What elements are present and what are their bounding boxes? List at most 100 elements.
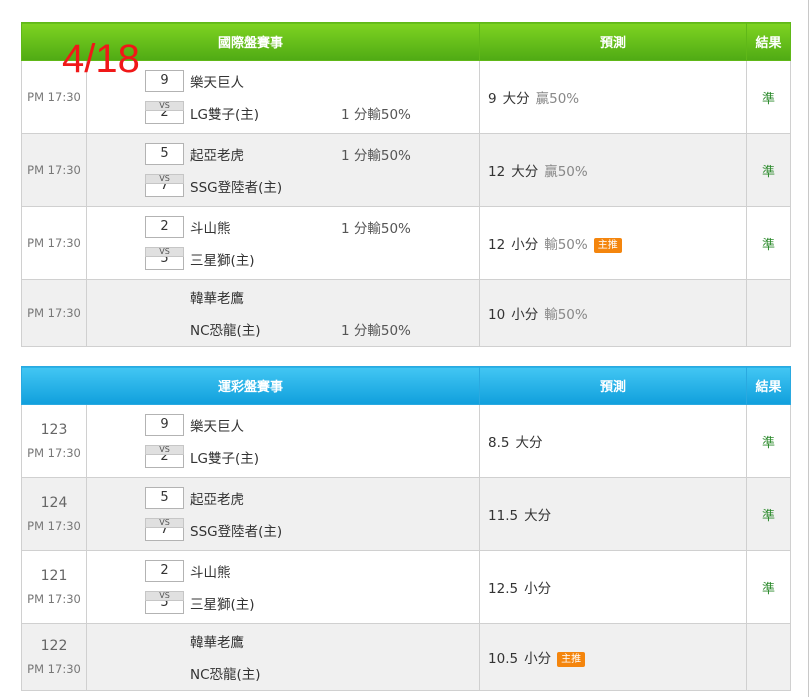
- score-slot: [145, 630, 184, 652]
- prediction-status: 輸50%: [544, 307, 588, 323]
- score-slot: 2: [145, 560, 184, 582]
- game-code: 122: [40, 638, 68, 654]
- handicap-text: 1 分輸50%: [341, 323, 411, 339]
- team-name: 三星獅(主): [190, 253, 255, 269]
- team-name: 樂天巨人: [190, 419, 244, 435]
- match-cell: 9 樂天巨人 2 LG雙子(主) VS: [85, 404, 481, 478]
- team-line: 韓華老鷹: [145, 286, 261, 308]
- game-code: 124: [40, 495, 68, 511]
- team-line: 2 斗山熊: [145, 560, 255, 582]
- team-name: LG雙子(主): [190, 451, 260, 467]
- match-cell: 韓華老鷹 NC恐龍(主) 1 分輸50%: [85, 279, 481, 347]
- time-cell: 123 PM 17:30: [21, 404, 87, 478]
- team-name: 樂天巨人: [190, 75, 244, 91]
- team-name: SSG登陸者(主): [190, 524, 283, 540]
- score-box: 9: [145, 414, 184, 436]
- score-box: 9: [145, 70, 184, 92]
- team-name: 韓華老鷹: [190, 635, 244, 651]
- team-line: 9 樂天巨人: [145, 414, 259, 436]
- prediction-number: 12: [488, 237, 506, 253]
- time-cell: 121 PM 17:30: [21, 550, 87, 624]
- prediction-kind: 小分: [511, 237, 539, 253]
- vs-label: VS: [145, 591, 184, 601]
- match-row: 123 PM 17:30 9 樂天巨人 2 LG雙子(主) VS 8.5 大分準: [21, 404, 792, 478]
- match-cell: 2 斗山熊 1 分輸50% 5 三星獅(主) VS: [85, 206, 481, 280]
- team-name: NC恐龍(主): [190, 323, 261, 339]
- result-cell: 準: [746, 404, 792, 478]
- vs-label: VS: [145, 445, 184, 455]
- time-cell: PM 17:30: [21, 206, 87, 280]
- prediction-kind: 小分: [524, 651, 552, 667]
- prediction-cell: 10.5 小分 主推: [479, 623, 748, 691]
- score-box: 2: [145, 216, 184, 238]
- game-code: 123: [40, 422, 68, 438]
- match-cell: 5 起亞老虎 1 分輸50% 7 SSG登陸者(主) VS: [85, 133, 481, 207]
- featured-badge: 主推: [557, 651, 586, 667]
- result-cell: [746, 279, 792, 347]
- score-slot: 5: [145, 143, 184, 165]
- team-line: 韓華老鷹: [145, 630, 261, 652]
- score-slot: 5: [145, 487, 184, 509]
- handicap-text: 1 分輸50%: [341, 107, 411, 123]
- result-cell: 準: [746, 60, 792, 134]
- date-label: 4/18: [62, 37, 140, 81]
- score-box: 5: [145, 143, 184, 165]
- teams-block: 2 斗山熊 1 分輸50% 5 三星獅(主) VS: [145, 216, 411, 270]
- result-cell: 準: [746, 206, 792, 280]
- intl-predict-header: 預測: [479, 22, 748, 61]
- prediction-number: 11.5: [488, 508, 519, 524]
- prediction-number: 10: [488, 307, 506, 323]
- team-name: LG雙子(主): [190, 107, 260, 123]
- match-row: PM 17:30 5 起亞老虎 1 分輸50% 7 SSG登陸者(主) VS 12 大分 贏50%…: [21, 133, 792, 207]
- match-row: PM 17:30 2 斗山熊 1 分輸50% 5 三星獅(主) VS 12 小分 輸50% 主推準: [21, 206, 792, 280]
- game-time: PM 17:30: [27, 446, 81, 460]
- teams-block: 9 樂天巨人 2 LG雙子(主) 1 分輸50% VS: [145, 70, 411, 124]
- lottery-title: 運彩盤賽事: [20, 366, 481, 405]
- match-row: 124 PM 17:30 5 起亞老虎 7 SSG登陸者(主) VS 11.5 大分準: [21, 477, 792, 551]
- score-slot: 2: [145, 216, 184, 238]
- prediction-cell: 11.5 大分: [479, 477, 748, 551]
- vs-label: VS: [145, 518, 184, 528]
- intl-result-header: 結果: [746, 22, 792, 61]
- team-name: 起亞老虎: [190, 492, 244, 508]
- prediction-cell: 12 小分 輸50% 主推: [479, 206, 748, 280]
- teams-block: 5 起亞老虎 7 SSG登陸者(主) VS: [145, 487, 282, 541]
- game-time: PM 17:30: [27, 662, 81, 676]
- team-line: NC恐龍(主): [145, 662, 261, 684]
- vs-label: VS: [145, 174, 184, 184]
- prediction-cell: 8.5 大分: [479, 404, 748, 478]
- score-slot: [145, 286, 184, 308]
- match-cell: 韓華老鷹 NC恐龍(主): [85, 623, 481, 691]
- vs-label: VS: [145, 247, 184, 257]
- team-name: NC恐龍(主): [190, 667, 261, 683]
- right-border: [808, 0, 809, 697]
- game-code: 121: [40, 568, 68, 584]
- prediction-cell: 12.5 小分: [479, 550, 748, 624]
- game-time: PM 17:30: [27, 519, 81, 533]
- team-name: 斗山熊: [190, 221, 231, 237]
- lottery-predict-header: 預測: [479, 366, 748, 405]
- score-slot: [145, 318, 184, 340]
- score-slot: 9: [145, 414, 184, 436]
- teams-block: 5 起亞老虎 1 分輸50% 7 SSG登陸者(主) VS: [145, 143, 411, 197]
- prediction-number: 8.5: [488, 435, 510, 451]
- lottery-table: 運彩盤賽事 預測 結果 123 PM 17:30 9 樂天巨人 2 LG雙子(主) VS 8.…: [20, 366, 792, 691]
- time-cell: PM 17:30: [21, 279, 87, 347]
- lottery-header-row: 運彩盤賽事 預測 結果: [20, 366, 792, 405]
- team-line: NC恐龍(主) 1 分輸50%: [145, 318, 411, 340]
- game-time: PM 17:30: [27, 592, 81, 606]
- prediction-kind: 大分: [524, 508, 552, 524]
- team-name: SSG登陸者(主): [190, 180, 283, 196]
- lottery-result-header: 結果: [746, 366, 792, 405]
- team-name: 起亞老虎: [190, 148, 244, 164]
- teams-block: 韓華老鷹 NC恐龍(主): [145, 630, 261, 684]
- teams-block: 韓華老鷹 NC恐龍(主) 1 分輸50%: [145, 286, 411, 340]
- handicap-text: 1 分輸50%: [341, 221, 411, 237]
- result-cell: 準: [746, 133, 792, 207]
- team-line: 9 樂天巨人: [145, 70, 259, 92]
- result-cell: 準: [746, 550, 792, 624]
- vs-label: VS: [145, 101, 184, 111]
- teams-block: 2 斗山熊 5 三星獅(主) VS: [145, 560, 255, 614]
- prediction-kind: 大分: [515, 435, 543, 451]
- team-line: 5 起亞老虎 1 分輸50%: [145, 143, 411, 165]
